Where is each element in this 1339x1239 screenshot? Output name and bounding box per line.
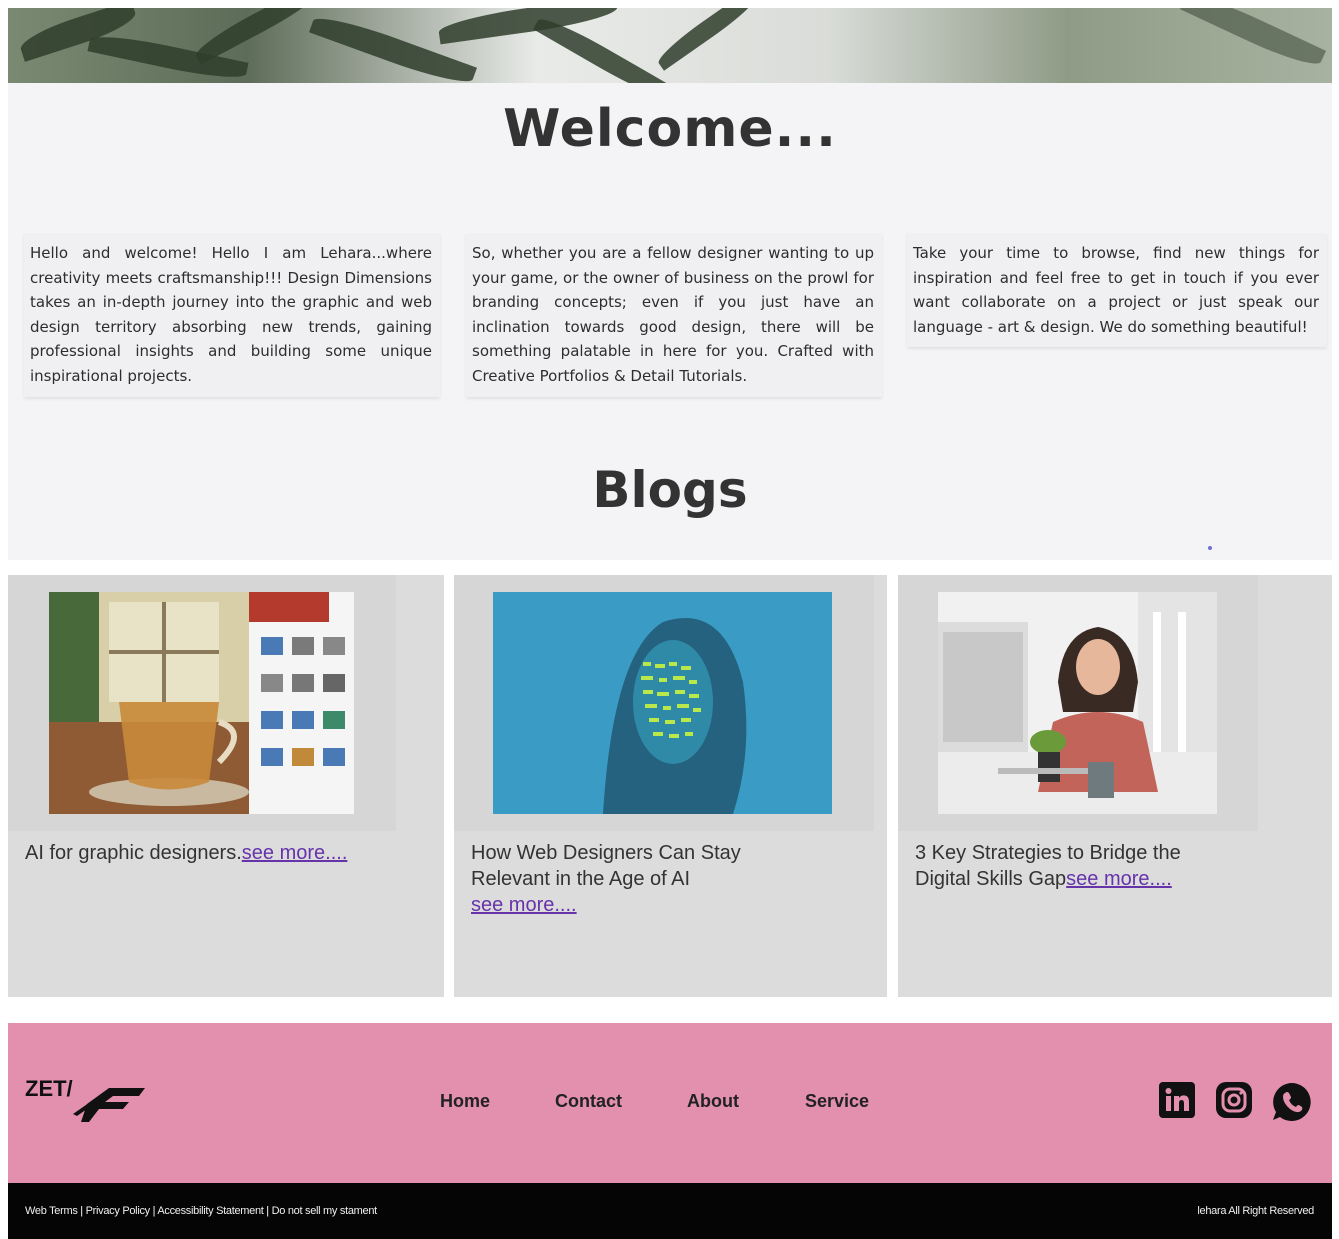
site-footer: ZET/ Home Contact About Service [8,1023,1332,1183]
blog-title: AI for graphic designers. [25,842,242,864]
linkedin-icon[interactable] [1158,1081,1196,1123]
legal-bar: Web Terms | Privacy Policy | Accessibili… [8,1183,1332,1239]
blog-card: How Web Designers Can Stay Relevant in t… [454,575,887,997]
blog-title: How Web Designers Can Stay Relevant in t… [471,842,741,890]
blog-caption: 3 Key Strategies to Bridge the Digital S… [915,840,1235,892]
legal-links: Web Terms | Privacy Policy | Accessibili… [25,1205,377,1217]
blog-caption: AI for graphic designers.see more.... [25,840,425,866]
welcome-heading: Welcome... [503,99,837,159]
nav-home[interactable]: Home [440,1091,490,1112]
accessibility-link[interactable]: Accessibility Statement [157,1205,264,1217]
logo-text: ZET/ [25,1076,73,1101]
logo-mark-icon [73,1088,145,1122]
welcome-section: Welcome... Hello and welcome! Hello I am… [8,83,1332,560]
decorative-dot [1208,546,1212,550]
blog-image-ai-face[interactable] [493,592,832,814]
blog-image-tea[interactable] [49,592,354,814]
intro-card-1: Hello and welcome! Hello I am Lehara...w… [24,233,440,397]
blog-caption: How Web Designers Can Stay Relevant in t… [471,840,801,918]
blogs-heading: Blogs [592,461,748,519]
hero-banner-image [8,8,1332,83]
blog-image-woman-desk[interactable] [938,592,1217,814]
brand-logo[interactable]: ZET/ [25,1076,145,1122]
web-terms-link[interactable]: Web Terms [25,1205,78,1217]
nav-service[interactable]: Service [805,1091,869,1112]
blog-list: AI for graphic designers.see more.... Ho… [8,565,1332,997]
nav-contact[interactable]: Contact [555,1091,622,1112]
copyright-text: lehara All Right Reserved [1197,1205,1314,1217]
intro-card-2: So, whether you are a fellow designer wa… [466,233,882,397]
instagram-icon[interactable] [1215,1081,1253,1123]
privacy-policy-link[interactable]: Privacy Policy [86,1205,151,1217]
intro-card-3: Take your time to browse, find new thing… [907,233,1327,348]
see-more-link[interactable]: see more.... [1066,868,1172,890]
do-not-sell-link[interactable]: Do not sell my stament [272,1205,378,1217]
blog-card: AI for graphic designers.see more.... [8,575,444,997]
whatsapp-icon[interactable] [1271,1081,1313,1127]
see-more-link[interactable]: see more.... [242,842,348,864]
blog-card: 3 Key Strategies to Bridge the Digital S… [898,575,1332,997]
see-more-link[interactable]: see more.... [471,894,577,916]
nav-about[interactable]: About [687,1091,739,1112]
